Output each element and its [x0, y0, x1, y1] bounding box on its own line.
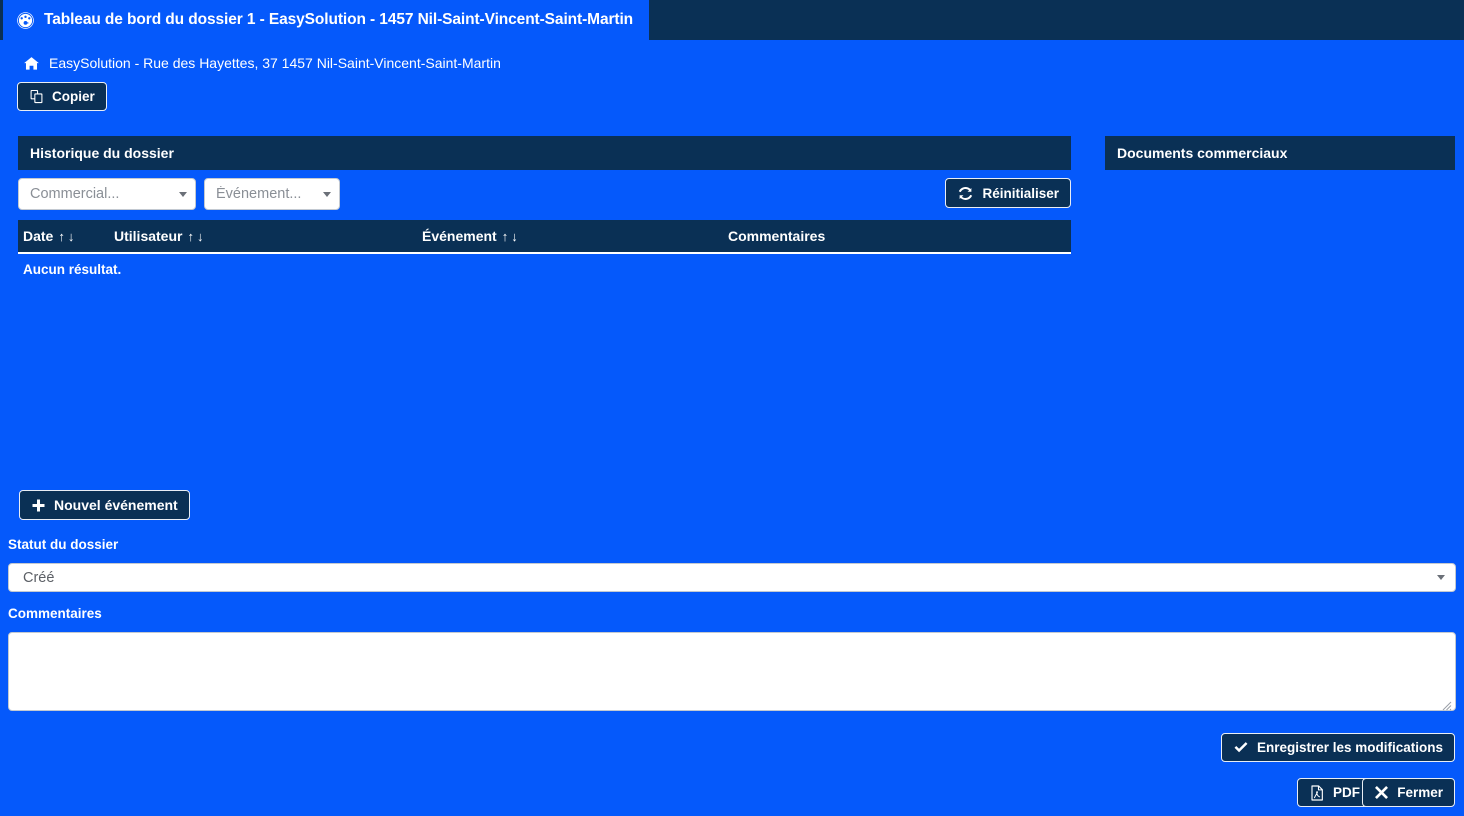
history-panel-header: Historique du dossier — [18, 136, 1071, 170]
chevron-down-icon — [1437, 575, 1445, 580]
column-header-commentaires: Commentaires — [728, 228, 825, 244]
close-button[interactable]: Fermer — [1362, 778, 1455, 807]
sort-asc-icon[interactable]: ↑ — [187, 230, 194, 243]
save-changes-label: Enregistrer les modifications — [1256, 740, 1443, 755]
close-button-label: Fermer — [1397, 785, 1443, 800]
sort-desc-icon[interactable]: ↓ — [511, 230, 518, 243]
column-header-evenement[interactable]: Événement ↑ ↓ — [422, 228, 518, 244]
evenement-filter-value: Événement... — [216, 186, 302, 202]
column-header-utilisateur-label: Utilisateur — [114, 228, 183, 244]
column-header-date-label: Date — [23, 228, 54, 244]
sort-desc-icon[interactable]: ↓ — [197, 230, 204, 243]
dashboard-gauge-icon — [15, 10, 35, 30]
sort-asc-icon[interactable]: ↑ — [58, 230, 65, 243]
pdf-export-button[interactable]: PDF — [1297, 778, 1372, 807]
reset-filters-button[interactable]: Réinitialiser — [945, 178, 1071, 208]
pdf-export-label: PDF — [1333, 785, 1360, 800]
copy-button-label: Copier — [52, 89, 95, 104]
statut-select[interactable]: Créé — [8, 563, 1456, 592]
times-icon — [1374, 785, 1389, 800]
commentaires-field-label: Commentaires — [8, 606, 102, 621]
statut-field-label: Statut du dossier — [8, 537, 119, 552]
documents-panel-header: Documents commerciaux — [1105, 136, 1455, 170]
new-event-button[interactable]: Nouvel événement — [19, 490, 190, 520]
history-panel-title: Historique du dossier — [30, 145, 174, 161]
breadcrumb: EasySolution - Rue des Hayettes, 37 1457… — [22, 52, 501, 74]
commercial-filter-select[interactable]: Commercial... — [18, 178, 196, 210]
column-header-evenement-label: Événement — [422, 228, 497, 244]
history-filter-row: Commercial... Événement... Réinitialiser — [18, 178, 1071, 210]
column-header-date[interactable]: Date ↑ ↓ — [23, 228, 74, 244]
sort-controls-utilisateur: ↑ ↓ — [187, 230, 203, 243]
new-event-label: Nouvel événement — [54, 497, 178, 513]
history-table: Date ↑ ↓ Utilisateur ↑ ↓ Événement ↑ ↓ C… — [18, 220, 1071, 277]
window-title: Tableau de bord du dossier 1 - EasySolut… — [44, 11, 634, 28]
chevron-down-icon — [323, 191, 331, 197]
sort-controls-evenement: ↑ ↓ — [502, 230, 518, 243]
commentaires-textarea[interactable] — [8, 632, 1456, 711]
home-icon — [22, 54, 40, 72]
check-icon — [1233, 740, 1249, 756]
sort-controls-date: ↑ ↓ — [58, 230, 74, 243]
window-titlebar: Tableau de bord du dossier 1 - EasySolut… — [0, 0, 1464, 40]
column-header-commentaires-label: Commentaires — [728, 228, 826, 244]
documents-panel-title: Documents commerciaux — [1117, 145, 1288, 161]
breadcrumb-label: EasySolution - Rue des Hayettes, 37 1457… — [49, 55, 501, 71]
history-table-empty-message: Aucun résultat. — [23, 262, 122, 277]
history-table-header-row: Date ↑ ↓ Utilisateur ↑ ↓ Événement ↑ ↓ C… — [18, 220, 1071, 254]
plus-icon — [31, 498, 46, 513]
copy-button[interactable]: Copier — [17, 82, 107, 111]
chevron-down-icon — [179, 191, 187, 197]
pdf-file-icon — [1309, 784, 1325, 801]
reset-filters-label: Réinitialiser — [982, 185, 1059, 201]
copy-icon — [29, 89, 44, 104]
evenement-filter-select[interactable]: Événement... — [204, 178, 340, 210]
commercial-filter-value: Commercial... — [30, 186, 120, 202]
sort-desc-icon[interactable]: ↓ — [68, 230, 75, 243]
refresh-sync-icon — [957, 185, 974, 202]
documents-panel-body — [1105, 170, 1455, 570]
statut-select-value: Créé — [23, 569, 55, 586]
column-header-utilisateur[interactable]: Utilisateur ↑ ↓ — [114, 228, 203, 244]
sort-asc-icon[interactable]: ↑ — [502, 230, 509, 243]
window-tab[interactable]: Tableau de bord du dossier 1 - EasySolut… — [0, 0, 650, 40]
save-changes-button[interactable]: Enregistrer les modifications — [1220, 733, 1455, 762]
